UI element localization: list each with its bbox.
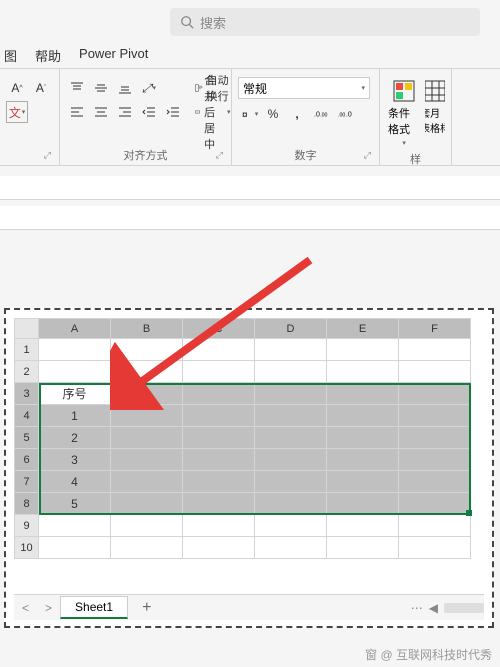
merge-center-button[interactable]: 合并后居中 ▾	[192, 101, 234, 123]
decrease-decimal-button[interactable]: .00.0	[334, 103, 356, 125]
row-header[interactable]: 5	[15, 427, 39, 449]
watermark: 窗 @ 互联网科技时代秀	[365, 646, 492, 663]
align-bottom-button[interactable]	[114, 77, 136, 99]
search-placeholder: 搜索	[200, 13, 226, 32]
decrease-decimal-icon: .00.0	[338, 107, 352, 121]
orientation-button[interactable]: ⤢▾	[138, 77, 160, 99]
conditional-format-button[interactable]: 条件格式 ▾	[386, 77, 421, 149]
search-box[interactable]: 搜索	[170, 8, 480, 36]
align-top-button[interactable]	[66, 77, 88, 99]
number-format-dropdown[interactable]: 常规 ▾	[238, 77, 370, 99]
align-right-button[interactable]	[114, 101, 136, 123]
table-icon	[425, 79, 445, 103]
scroll-left-icon[interactable]: ◀	[429, 601, 438, 615]
merge-icon	[195, 105, 200, 119]
svg-text:.0: .0	[314, 112, 320, 119]
col-header[interactable]: D	[255, 319, 327, 339]
accounting-format-button[interactable]: ¤▾	[238, 103, 260, 125]
tab-nav-prev-icon[interactable]: <	[14, 601, 37, 615]
tab-nav-next-icon[interactable]: >	[37, 601, 60, 615]
screenshot-frame: A B C D E F 1 2 3序号 41 52 63 74 85 9 10 …	[4, 308, 494, 628]
increase-decimal-button[interactable]: .0.00	[310, 103, 332, 125]
svg-text:¤: ¤	[242, 110, 248, 121]
tab-powerpivot[interactable]: Power Pivot	[79, 46, 148, 65]
row-header[interactable]: 2	[15, 361, 39, 383]
search-icon	[180, 15, 194, 29]
cell[interactable]: 序号	[39, 383, 111, 405]
col-header[interactable]: C	[183, 319, 255, 339]
col-header[interactable]: F	[399, 319, 471, 339]
horizontal-scrollbar[interactable]	[444, 603, 484, 613]
row-header[interactable]: 8	[15, 493, 39, 515]
cell[interactable]: 2	[39, 427, 111, 449]
font-group-expand-icon[interactable]: ⤢	[44, 150, 51, 161]
cell[interactable]: 3	[39, 449, 111, 471]
wrap-text-icon	[195, 81, 203, 95]
increase-font-button[interactable]: A^	[6, 77, 28, 99]
tab-view[interactable]: 图	[4, 46, 17, 65]
col-header[interactable]: B	[111, 319, 183, 339]
col-header[interactable]: E	[327, 319, 399, 339]
increase-decimal-icon: .0.00	[314, 107, 328, 121]
col-header[interactable]: A	[39, 319, 111, 339]
currency-icon: ¤	[240, 107, 254, 121]
align-group-expand-icon[interactable]: ⤢	[216, 150, 223, 161]
add-sheet-button[interactable]: +	[128, 599, 165, 617]
align-center-button[interactable]	[90, 101, 112, 123]
tab-help[interactable]: 帮助	[35, 46, 61, 65]
conditional-format-icon	[392, 79, 416, 103]
format-as-table-button[interactable]: 套月 表格样	[425, 77, 445, 137]
row-header[interactable]: 1	[15, 339, 39, 361]
number-group: 常规 ▾ ¤▾ % , .0.00 .00.0 数字⤢	[232, 69, 380, 165]
row-header[interactable]: 4	[15, 405, 39, 427]
spreadsheet-grid[interactable]: A B C D E F 1 2 3序号 41 52 63 74 85 9 10	[14, 318, 484, 590]
svg-text:.00: .00	[320, 113, 327, 119]
font-group: A^ Aˇ 文▾ ⤢	[0, 69, 60, 165]
align-middle-button[interactable]	[90, 77, 112, 99]
ribbon: A^ Aˇ 文▾ ⤢ ⤢▾	[0, 68, 500, 166]
row-header[interactable]: 10	[15, 537, 39, 559]
formula-bar[interactable]	[0, 206, 500, 230]
row-header[interactable]: 3	[15, 383, 39, 405]
name-box-bar[interactable]	[0, 176, 500, 200]
number-group-expand-icon[interactable]: ⤢	[364, 150, 371, 161]
alignment-group: ⤢▾ 自动换行 合并后居中 ▾	[60, 69, 232, 165]
row-header[interactable]: 7	[15, 471, 39, 493]
increase-indent-button[interactable]	[162, 101, 184, 123]
phonetic-guide-button[interactable]: 文▾	[6, 101, 28, 123]
decrease-font-button[interactable]: Aˇ	[30, 77, 52, 99]
styles-group: 条件格式 ▾ 套月 表格样 样	[380, 69, 452, 165]
align-left-button[interactable]	[66, 101, 88, 123]
row-header[interactable]: 9	[15, 515, 39, 537]
sheet-tab-bar: < > Sheet1 + ⋯ ◀	[14, 594, 484, 620]
cell[interactable]: 4	[39, 471, 111, 493]
sheet-tab-active[interactable]: Sheet1	[60, 596, 128, 619]
tab-menu-icon[interactable]: ⋯	[411, 601, 423, 615]
svg-text:.00: .00	[338, 113, 345, 119]
decrease-indent-button[interactable]	[138, 101, 160, 123]
comma-button[interactable]: ,	[286, 103, 308, 125]
percent-button[interactable]: %	[262, 103, 284, 125]
ribbon-tabs: 图 帮助 Power Pivot	[0, 46, 148, 65]
cell[interactable]: 5	[39, 493, 111, 515]
cell[interactable]: 1	[39, 405, 111, 427]
svg-text:.0: .0	[346, 112, 352, 119]
select-all-corner[interactable]	[15, 319, 39, 339]
row-header[interactable]: 6	[15, 449, 39, 471]
